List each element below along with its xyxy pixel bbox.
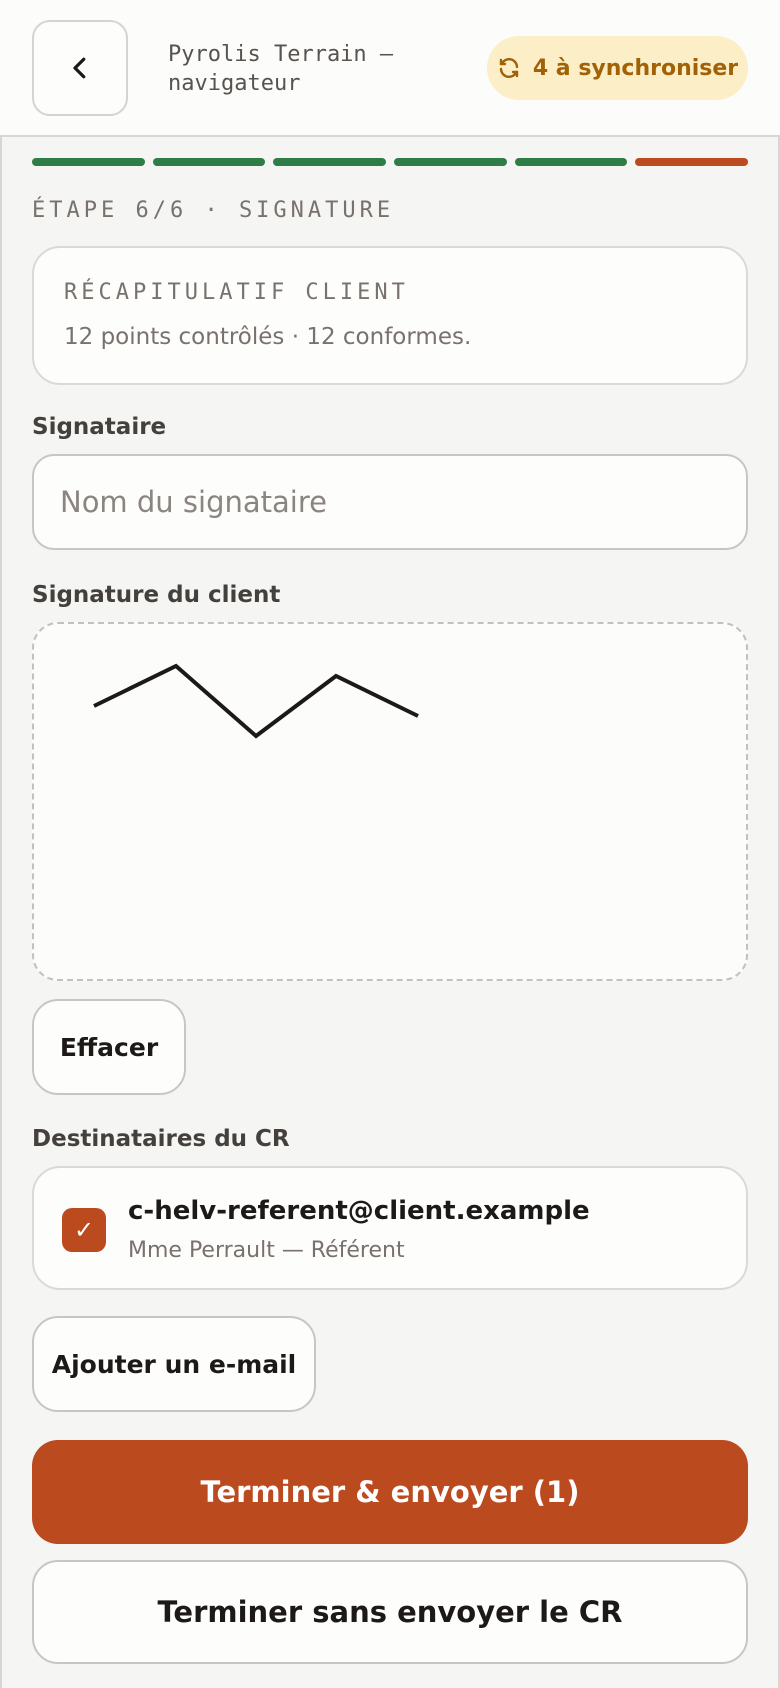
signature-stroke [93,663,419,739]
step-progress-bar [32,158,749,166]
progress-step-4 [394,158,507,166]
progress-step-6 [635,158,749,166]
finish-and-send-button[interactable]: Terminer & envoyer (1) [32,1440,748,1544]
signatory-label: Signataire [32,414,167,440]
progress-step-5 [514,158,628,166]
progress-step-1 [32,158,145,166]
signature-label: Signature du client [32,582,281,608]
chevron-left-icon [73,57,86,79]
recipient-email: c-helv-referent@client.example [128,1196,590,1226]
sync-status-button[interactable]: 4 à synchroniser [487,36,748,100]
summary-text: 12 points contrôlés · 12 conformes. [64,324,472,350]
recipient-item[interactable]: ✓ c-helv-referent@client.example Mme Per… [32,1166,748,1290]
recipients-label: Destinataires du CR [32,1126,290,1152]
progress-step-3 [273,158,387,166]
recipient-checkbox[interactable]: ✓ [62,1208,106,1252]
add-email-button[interactable]: Ajouter un e-mail [32,1316,316,1412]
sync-label: 4 à synchroniser [532,55,739,81]
signature-pad[interactable] [32,622,748,981]
progress-step-2 [152,158,266,166]
recipient-name: Mme Perrault — Référent [128,1238,405,1263]
summary-title: RÉCAPITULATIF CLIENT [64,280,409,305]
signatory-name-input[interactable] [32,454,748,550]
app-title: Pyrolis Terrain — navigateur [168,42,394,96]
app-header: Pyrolis Terrain — navigateur 4 à synchro… [0,0,780,137]
back-button[interactable] [32,20,128,116]
client-summary-card: RÉCAPITULATIF CLIENT 12 points contrôlés… [32,246,748,385]
sync-icon [499,58,519,78]
clear-signature-button[interactable]: Effacer [32,999,186,1095]
step-label: ÉTAPE 6/6 · SIGNATURE [32,198,395,223]
finish-without-sending-button[interactable]: Terminer sans envoyer le CR [32,1560,748,1664]
